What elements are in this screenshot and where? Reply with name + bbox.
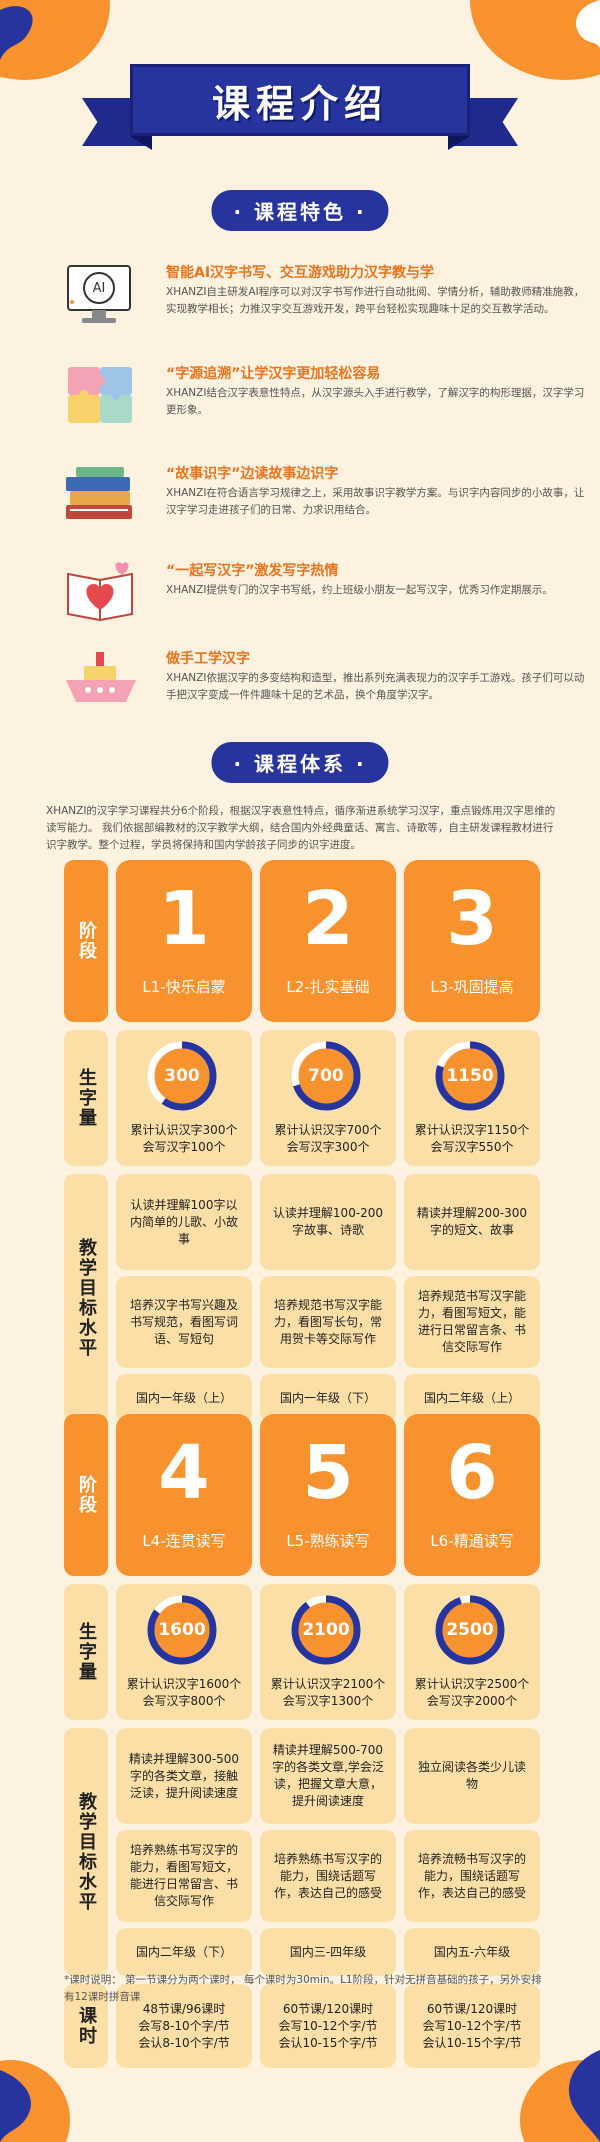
level-name: L2-扎实基础 bbox=[286, 978, 370, 996]
char-count-text: 累计认识汉字1150个 会写汉字550个 bbox=[414, 1123, 530, 1154]
leaf-decoration-icon bbox=[569, 2050, 600, 2142]
level-card: 1 L1-快乐启蒙 bbox=[116, 860, 252, 1022]
row-label-stage: 阶段 bbox=[64, 860, 108, 1022]
level-number: 1 bbox=[158, 876, 210, 962]
char-count-cell: 2100 累计认识汉字2100个 会写汉字1300个 bbox=[260, 1584, 396, 1720]
char-count-text: 累计认识汉字700个 会写汉字300个 bbox=[274, 1123, 382, 1154]
system-intro: XHANZI的汉字学习课程共分6个阶段，根据汉字表意性特点，循序渐进系统学习汉字… bbox=[46, 805, 556, 851]
level-name: L5-熟练读写 bbox=[286, 1532, 370, 1550]
row-label-chars: 生字量 bbox=[64, 1030, 108, 1166]
features-heading: · 课程特色 · bbox=[211, 190, 389, 231]
char-count-cell: 1600 累计认识汉字1600个 会写汉字800个 bbox=[116, 1584, 252, 1720]
goal-writing-cell: 培养规范书写汉字能力，看图写短文，能进行日常留言条、书信交际写作 bbox=[404, 1276, 540, 1368]
level-name: L3-巩固提高 bbox=[430, 978, 514, 996]
char-count-text: 累计认识汉字2100个 会写汉字1300个 bbox=[270, 1677, 386, 1708]
title-banner: 课程介绍 bbox=[82, 58, 518, 150]
ai-icon-label: AI bbox=[92, 281, 106, 296]
char-count-number: 1600 bbox=[158, 1620, 206, 1640]
char-count-number: 2100 bbox=[302, 1620, 350, 1640]
row-label-goal: 教学目标水平 bbox=[64, 1728, 108, 1976]
row-label-goal: 教学目标水平 bbox=[64, 1174, 108, 1422]
char-count-cell: 300 累计认识汉字300个 会写汉字100个 bbox=[116, 1030, 252, 1166]
row-label-chars: 生字量 bbox=[64, 1584, 108, 1720]
char-count-cell: 2500 累计认识汉字2500个 会写汉字2000个 bbox=[404, 1584, 540, 1720]
level-number: 2 bbox=[302, 876, 354, 962]
char-count-text: 累计认识汉字1600个 会写汉字800个 bbox=[126, 1677, 242, 1708]
level-number: 4 bbox=[158, 1430, 210, 1516]
feature-desc: XHANZI结合汉字表意性特点，从汉字源头入手进行教学，了解汉字的构形理据，汉字… bbox=[166, 387, 585, 416]
level-number: 5 bbox=[302, 1430, 354, 1516]
row-label-stage: 阶段 bbox=[64, 1414, 108, 1576]
feature-desc: XHANZI在符合语言学习规律之上，采用故事识字教学方案。与识字内容同步的小故事… bbox=[166, 487, 585, 516]
feature-title: “一起写汉字”激发写字热情 bbox=[166, 563, 339, 579]
level-card: 6 L6-精通读写 bbox=[404, 1414, 540, 1576]
goal-reading-cell: 精读并理解300-500字的各类文章，接触泛读，提升阅读速度 bbox=[116, 1728, 252, 1824]
char-count-number: 2500 bbox=[446, 1620, 494, 1640]
leaf-decoration-icon bbox=[0, 6, 33, 61]
footnote: *课时说明： 第一节课分为两个课时， 每个课时为30min。L1阶段，针对无拼音… bbox=[64, 1974, 542, 2003]
goal-reading-cell: 认读并理解100字以内简单的儿歌、小故事 bbox=[116, 1174, 252, 1270]
level-name: L4-连贯读写 bbox=[142, 1532, 226, 1550]
level-name: L1-快乐启蒙 bbox=[142, 978, 226, 996]
feature-title: “字源追溯”让学汉字更加轻松容易 bbox=[166, 366, 381, 382]
char-count-cell: 700 累计认识汉字700个 会写汉字300个 bbox=[260, 1030, 396, 1166]
goal-reading-cell: 精读并理解500-700字的各类文章,学会泛读，把握文章大意，提升阅读速度 bbox=[260, 1728, 396, 1824]
feature-title: 智能AI汉字书写、交互游戏助力汉字教与学 bbox=[166, 265, 435, 281]
char-count-number: 300 bbox=[164, 1066, 200, 1086]
grade-cell: 国内三-四年级 bbox=[260, 1928, 396, 1976]
goal-writing-cell: 培养汉字书写兴趣及书写规范，看图写词语、写短句 bbox=[116, 1276, 252, 1368]
goal-reading-cell: 认读并理解100-200字故事、诗歌 bbox=[260, 1174, 396, 1270]
system-heading: · 课程体系 · bbox=[211, 742, 389, 783]
level-number: 3 bbox=[446, 876, 498, 962]
page-title: 课程介绍 bbox=[211, 81, 388, 126]
grade-cell: 国内二年级（下） bbox=[116, 1928, 252, 1976]
level-number: 6 bbox=[446, 1430, 498, 1516]
level-name: L6-精通读写 bbox=[430, 1532, 514, 1550]
heart-book-icon bbox=[67, 562, 133, 622]
char-count-number: 700 bbox=[308, 1066, 344, 1086]
goal-writing-cell: 培养熟练书写汉字的能力，看图写短文，能进行日常留言、书信交际写作 bbox=[116, 1830, 252, 1922]
feature-title: “故事识字”边读故事边识字 bbox=[166, 466, 339, 482]
boat-icon bbox=[66, 652, 136, 702]
feature-desc: XHANZI依据汉字的多变结构和造型，推出系列充满表现力的汉字手工游戏。孩子们可… bbox=[166, 672, 585, 701]
feature-desc: XHANZI提供专门的汉字书写纸，约上班级小朋友一起写汉字，优秀习作定期展示。 bbox=[166, 584, 553, 596]
goal-writing-cell: 培养熟练书写汉字的能力，围绕话题写作，表达自己的感受 bbox=[260, 1830, 396, 1922]
goal-reading-cell: 精读并理解200-300字的短文、故事 bbox=[404, 1174, 540, 1270]
char-count-cell: 1150 累计认识汉字1150个 会写汉字550个 bbox=[404, 1030, 540, 1166]
level-card: 3 L3-巩固提高 bbox=[404, 860, 540, 1022]
goal-writing-cell: 培养规范书写汉字能力，看图写长句，常用贺卡等交际写作 bbox=[260, 1276, 396, 1368]
feature-title: 做手工学汉字 bbox=[166, 651, 250, 667]
feature-desc: XHANZI自主研发AI程序可以对汉字书写作进行自动批阅、学情分析，辅助教师精准… bbox=[166, 286, 585, 315]
books-icon bbox=[66, 467, 132, 519]
goal-writing-cell: 培养流畅书写汉字的能力，围绕话题写作，表达自己的感受 bbox=[404, 1830, 540, 1922]
level-card: 5 L5-熟练读写 bbox=[260, 1414, 396, 1576]
char-count-number: 1150 bbox=[446, 1066, 494, 1086]
level-card: 2 L2-扎实基础 bbox=[260, 860, 396, 1022]
level-card: 4 L4-连贯读写 bbox=[116, 1414, 252, 1576]
char-count-text: 累计认识汉字2500个 会写汉字2000个 bbox=[414, 1677, 530, 1708]
goal-reading-cell: 独立阅读各类少儿读物 bbox=[404, 1728, 540, 1824]
page: 课程介绍 · 课程特色 · AI 智能AI汉字书写、交互游戏助力汉字教与学 XH… bbox=[0, 0, 600, 2142]
leaf-decoration-icon bbox=[576, 0, 600, 48]
puzzle-icon bbox=[68, 367, 132, 423]
char-count-text: 累计认识汉字300个 会写汉字100个 bbox=[130, 1123, 238, 1154]
grade-cell: 国内五-六年级 bbox=[404, 1928, 540, 1976]
leaf-decoration-icon bbox=[0, 2070, 31, 2142]
